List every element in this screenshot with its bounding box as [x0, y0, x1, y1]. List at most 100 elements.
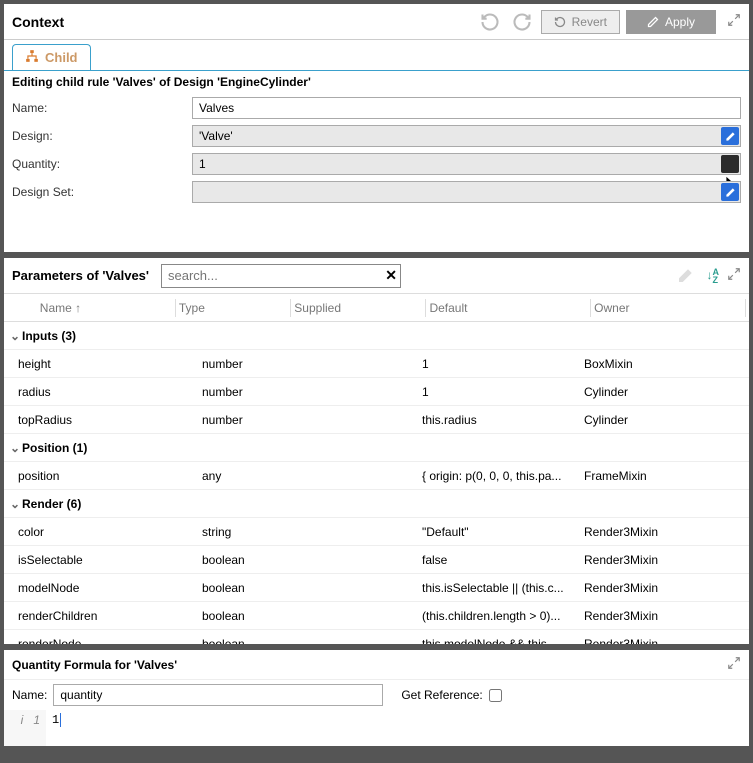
- param-owner: FrameMixin: [584, 469, 724, 483]
- eraser-icon[interactable]: [671, 263, 699, 289]
- param-name: modelNode: [4, 581, 174, 595]
- param-type: number: [174, 385, 292, 399]
- param-owner: Cylinder: [584, 413, 724, 427]
- chevron-down-icon: ⌄: [8, 441, 22, 455]
- revert-button[interactable]: Revert: [541, 10, 620, 34]
- param-type: boolean: [174, 637, 292, 645]
- tab-child[interactable]: Child: [12, 44, 91, 70]
- param-name: color: [4, 525, 174, 539]
- design-input[interactable]: [192, 125, 741, 147]
- param-default: 1: [422, 357, 584, 371]
- group-label: Inputs (3): [22, 329, 76, 343]
- name-input[interactable]: [192, 97, 741, 119]
- param-row[interactable]: isSelectablebooleanfalseRender3Mixin: [4, 546, 749, 574]
- param-default: this.isSelectable || (this.c...: [422, 581, 584, 595]
- col-name[interactable]: Name: [40, 301, 72, 315]
- param-row[interactable]: topRadiusnumberthis.radiusCylinder: [4, 406, 749, 434]
- param-owner: Render3Mixin: [584, 581, 724, 595]
- parameters-toolbar: Parameters of 'Valves' ✕ ↓AZ: [4, 258, 749, 294]
- param-default: "Default": [422, 525, 584, 539]
- param-type: number: [174, 413, 292, 427]
- col-default[interactable]: Default: [429, 301, 587, 315]
- param-row[interactable]: heightnumber1BoxMixin: [4, 350, 749, 378]
- param-default: false: [422, 553, 584, 567]
- parameters-title: Parameters of 'Valves': [12, 268, 149, 283]
- designset-input[interactable]: [192, 181, 741, 203]
- context-panel: Context Revert Apply Child Editing child…: [2, 2, 751, 254]
- edit-design-icon[interactable]: [721, 127, 739, 145]
- param-default: this.modelNode && this.: [422, 637, 584, 645]
- apply-button[interactable]: Apply: [626, 10, 716, 34]
- expand-params-icon[interactable]: [727, 267, 741, 284]
- grid-header: Name ↑ Type Supplied Default Owner: [4, 294, 749, 322]
- getref-checkbox[interactable]: [489, 689, 502, 702]
- param-row[interactable]: modelNodeboolean this.isSelectable || (th…: [4, 574, 749, 602]
- param-default: { origin: p(0, 0, 0, this.pa...: [422, 469, 584, 483]
- hierarchy-icon: [25, 49, 39, 66]
- param-type: boolean: [174, 609, 292, 623]
- quantity-label: Quantity:: [12, 157, 192, 171]
- edit-designset-icon[interactable]: [721, 183, 739, 201]
- param-type: boolean: [174, 553, 292, 567]
- formula-name-input[interactable]: [53, 684, 383, 706]
- revert-label: Revert: [572, 15, 607, 29]
- parameters-panel: Parameters of 'Valves' ✕ ↓AZ Name ↑ Type…: [2, 256, 751, 646]
- col-owner[interactable]: Owner: [594, 301, 742, 315]
- editor-content[interactable]: 1: [46, 710, 749, 746]
- param-type: string: [174, 525, 292, 539]
- formula-controls: Name: Get Reference:: [4, 680, 749, 710]
- param-row[interactable]: renderNodeboolean this.modelNode && this.…: [4, 630, 749, 644]
- col-type[interactable]: Type: [179, 301, 287, 315]
- expand-icon[interactable]: [727, 13, 741, 30]
- param-row[interactable]: renderChildrenboolean (this.children.leng…: [4, 602, 749, 630]
- tab-row: Child: [4, 40, 749, 71]
- param-default: this.radius: [422, 413, 584, 427]
- param-name: isSelectable: [4, 553, 174, 567]
- col-supplied[interactable]: Supplied: [294, 301, 422, 315]
- sort-asc-icon: ↑: [75, 301, 81, 315]
- group-row[interactable]: ⌄ Position (1): [4, 434, 749, 462]
- context-title: Context: [12, 14, 64, 30]
- param-name: renderNode: [4, 637, 174, 645]
- param-name: renderChildren: [4, 609, 174, 623]
- group-row[interactable]: ⌄ Render (6): [4, 490, 749, 518]
- tab-child-label: Child: [45, 50, 78, 65]
- clear-search-icon[interactable]: ✕: [385, 267, 397, 284]
- search-input[interactable]: [161, 264, 401, 288]
- edit-quantity-icon[interactable]: [721, 155, 739, 173]
- param-owner: Render3Mixin: [584, 609, 724, 623]
- param-owner: Cylinder: [584, 385, 724, 399]
- apply-label: Apply: [665, 15, 695, 29]
- expand-formula-icon[interactable]: [727, 656, 741, 673]
- context-subheader: Editing child rule 'Valves' of Design 'E…: [4, 71, 749, 93]
- group-label: Render (6): [22, 497, 81, 511]
- param-name: radius: [4, 385, 174, 399]
- quantity-input[interactable]: [192, 153, 741, 175]
- context-form: Name: Design: Quantity: Design Set:: [4, 93, 749, 209]
- designset-label: Design Set:: [12, 185, 192, 199]
- formula-panel: Quantity Formula for 'Valves' Name: Get …: [2, 648, 751, 748]
- chevron-down-icon: ⌄: [8, 497, 22, 511]
- context-toolbar: Context Revert Apply: [4, 4, 749, 40]
- getref-label: Get Reference:: [401, 688, 482, 702]
- sort-az-icon[interactable]: ↓AZ: [707, 268, 720, 284]
- param-type: number: [174, 357, 292, 371]
- formula-editor[interactable]: i1 1: [4, 710, 749, 746]
- param-type: any: [174, 469, 292, 483]
- param-row[interactable]: colorstring "Default"Render3Mixin: [4, 518, 749, 546]
- grid-body[interactable]: ⌄ Inputs (3)heightnumber1BoxMixinradiusn…: [4, 322, 749, 644]
- param-row[interactable]: radiusnumber1Cylinder: [4, 378, 749, 406]
- name-label: Name:: [12, 101, 192, 115]
- param-default: (this.children.length > 0)...: [422, 609, 584, 623]
- param-owner: Render3Mixin: [584, 637, 724, 645]
- undo-icon[interactable]: [476, 9, 504, 35]
- formula-title: Quantity Formula for 'Valves': [12, 658, 177, 672]
- formula-name-label: Name:: [12, 688, 47, 702]
- group-row[interactable]: ⌄ Inputs (3): [4, 322, 749, 350]
- param-owner: Render3Mixin: [584, 525, 724, 539]
- param-owner: BoxMixin: [584, 357, 724, 371]
- param-type: boolean: [174, 581, 292, 595]
- param-row[interactable]: positionany{ origin: p(0, 0, 0, this.pa.…: [4, 462, 749, 490]
- redo-icon[interactable]: [508, 9, 536, 35]
- group-label: Position (1): [22, 441, 87, 455]
